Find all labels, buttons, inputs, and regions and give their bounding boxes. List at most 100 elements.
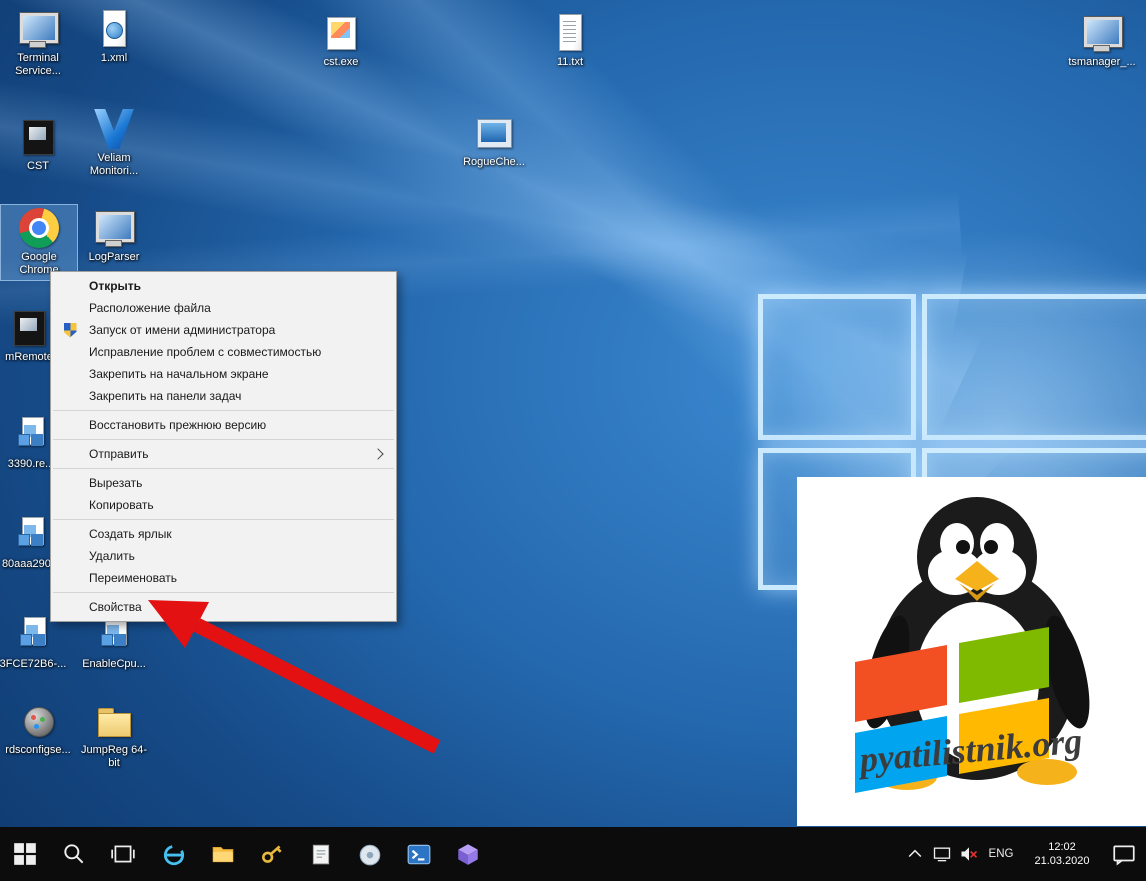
taskbar: ENG 12:02 21.03.2020 xyxy=(0,827,1146,881)
computer-icon xyxy=(92,208,136,248)
desktop-icon-jumpreg[interactable]: JumpReg 64-bit xyxy=(76,698,152,773)
folder-icon xyxy=(210,841,236,867)
chrome-icon xyxy=(19,208,59,248)
computer-icon xyxy=(1080,13,1124,53)
task-view-icon xyxy=(110,841,136,867)
desktop-icon-terminal-service[interactable]: Terminal Service... xyxy=(0,6,76,81)
window-app-icon xyxy=(472,113,516,153)
icon-label: LogParser xyxy=(77,251,151,264)
registry-file-icon xyxy=(11,615,55,655)
system-tray: ENG 12:02 21.03.2020 xyxy=(901,827,1146,881)
context-menu: Открыть Расположение файла Запуск от име… xyxy=(50,271,397,622)
menu-item-rename[interactable]: Переименовать xyxy=(51,567,396,589)
menu-item-file-location[interactable]: Расположение файла xyxy=(51,297,396,319)
tray-show-hidden-icons[interactable] xyxy=(901,844,928,864)
folder-icon xyxy=(92,701,136,741)
internet-explorer-icon xyxy=(161,841,187,867)
chevron-up-icon xyxy=(905,844,925,864)
wallpaper-window-pane xyxy=(922,294,1146,440)
tray-language-indicator[interactable]: ENG xyxy=(982,827,1020,881)
tray-volume-button[interactable] xyxy=(955,844,982,864)
registry-file-icon xyxy=(9,515,53,555)
desktop-icon-google-chrome[interactable]: Google Chrome xyxy=(1,205,77,280)
icon-label: 11.txt xyxy=(533,56,607,69)
menu-item-cut[interactable]: Вырезать xyxy=(51,472,396,494)
app-icon xyxy=(16,117,60,157)
menu-item-label: Отправить xyxy=(89,447,374,461)
tray-date: 21.03.2020 xyxy=(1020,854,1104,868)
menu-item-send-to[interactable]: Отправить xyxy=(51,443,396,465)
file-explorer-button[interactable] xyxy=(198,827,247,881)
menu-item-label: Исправление проблем с совместимостью xyxy=(89,345,396,359)
menu-item-label: Открыть xyxy=(89,279,396,293)
menu-item-label: Восстановить прежнюю версию xyxy=(89,418,396,432)
icon-label: RogueChe... xyxy=(457,156,531,169)
icon-label: EnableCpu... xyxy=(77,658,151,671)
tray-clock[interactable]: 12:02 21.03.2020 xyxy=(1020,827,1104,881)
search-button[interactable] xyxy=(49,827,98,881)
menu-item-pin-to-start[interactable]: Закрепить на начальном экране xyxy=(51,363,396,385)
icon-label: 3FCE72B6-... xyxy=(0,658,70,671)
menu-item-compatibility-troubleshoot[interactable]: Исправление проблем с совместимостью xyxy=(51,341,396,363)
icon-label: 1.xml xyxy=(77,52,151,65)
powershell-icon xyxy=(406,841,432,867)
menu-item-label: Свойства xyxy=(89,600,396,614)
menu-icon-gutter xyxy=(51,323,89,338)
exe-file-icon xyxy=(319,13,363,53)
task-view-button[interactable] xyxy=(98,827,147,881)
3d-app-button[interactable] xyxy=(443,827,492,881)
menu-item-label: Закрепить на начальном экране xyxy=(89,367,396,381)
keys-app-button[interactable] xyxy=(247,827,296,881)
menu-item-copy[interactable]: Копировать xyxy=(51,494,396,516)
desktop-icon-cst-exe[interactable]: cst.exe xyxy=(303,10,379,72)
menu-item-delete[interactable]: Удалить xyxy=(51,545,396,567)
desktop-icon-tsmanager[interactable]: tsmanager_... xyxy=(1064,10,1140,72)
menu-item-pin-to-taskbar[interactable]: Закрепить на панели задач xyxy=(51,385,396,407)
icon-label: JumpReg 64-bit xyxy=(77,744,151,770)
start-button[interactable] xyxy=(0,827,49,881)
menu-item-label: Вырезать xyxy=(89,476,396,490)
notification-bubble-icon xyxy=(1111,841,1137,867)
app-icon xyxy=(7,308,51,348)
txt-file-icon xyxy=(548,13,592,53)
menu-item-label: Переименовать xyxy=(89,571,396,585)
desktop: Terminal Service... 1.xml cst.exe 11.txt… xyxy=(0,0,1146,881)
notepad-icon xyxy=(308,841,334,867)
desktop-icon-veliam[interactable]: Veliam Monitori... xyxy=(76,106,152,181)
internet-explorer-button[interactable] xyxy=(149,827,198,881)
icon-label: CST xyxy=(1,160,75,173)
menu-separator xyxy=(53,439,394,440)
desktop-icon-logparser[interactable]: LogParser xyxy=(76,205,152,267)
notepad-app-button[interactable] xyxy=(296,827,345,881)
disc-app-button[interactable] xyxy=(345,827,394,881)
windows-logo-icon xyxy=(12,841,38,867)
menu-item-run-as-admin[interactable]: Запуск от имени администратора xyxy=(51,319,396,341)
cube-icon xyxy=(455,841,481,867)
watermark-image: pyatilistnik.org xyxy=(797,477,1146,826)
menu-item-properties[interactable]: Свойства xyxy=(51,596,396,618)
menu-item-label: Копировать xyxy=(89,498,396,512)
key-icon xyxy=(259,841,285,867)
submenu-chevron-icon xyxy=(372,448,383,459)
menu-item-restore-previous-version[interactable]: Восстановить прежнюю версию xyxy=(51,414,396,436)
menu-item-create-shortcut[interactable]: Создать ярлык xyxy=(51,523,396,545)
action-center-button[interactable] xyxy=(1104,841,1144,867)
menu-item-open[interactable]: Открыть xyxy=(51,275,396,297)
icon-label: Terminal Service... xyxy=(1,52,75,78)
desktop-icon-11txt[interactable]: 11.txt xyxy=(532,10,608,72)
powershell-button[interactable] xyxy=(394,827,443,881)
desktop-icon-1xml[interactable]: 1.xml xyxy=(76,6,152,68)
menu-separator xyxy=(53,592,394,593)
menu-item-label: Удалить xyxy=(89,549,396,563)
registry-file-icon xyxy=(9,415,53,455)
icon-label: tsmanager_... xyxy=(1065,56,1139,69)
desktop-icon-rdsconfig[interactable]: rdsconfigse... xyxy=(0,698,76,760)
tray-network-button[interactable] xyxy=(928,844,955,864)
desktop-icon-roguechecker[interactable]: RogueChe... xyxy=(456,110,532,172)
veliam-logo-icon xyxy=(92,109,136,149)
desktop-icon-cst[interactable]: CST xyxy=(0,114,76,176)
icon-label: cst.exe xyxy=(304,56,378,69)
tray-time: 12:02 xyxy=(1020,840,1104,854)
computer-icon xyxy=(16,9,60,49)
xml-file-icon xyxy=(92,9,136,49)
